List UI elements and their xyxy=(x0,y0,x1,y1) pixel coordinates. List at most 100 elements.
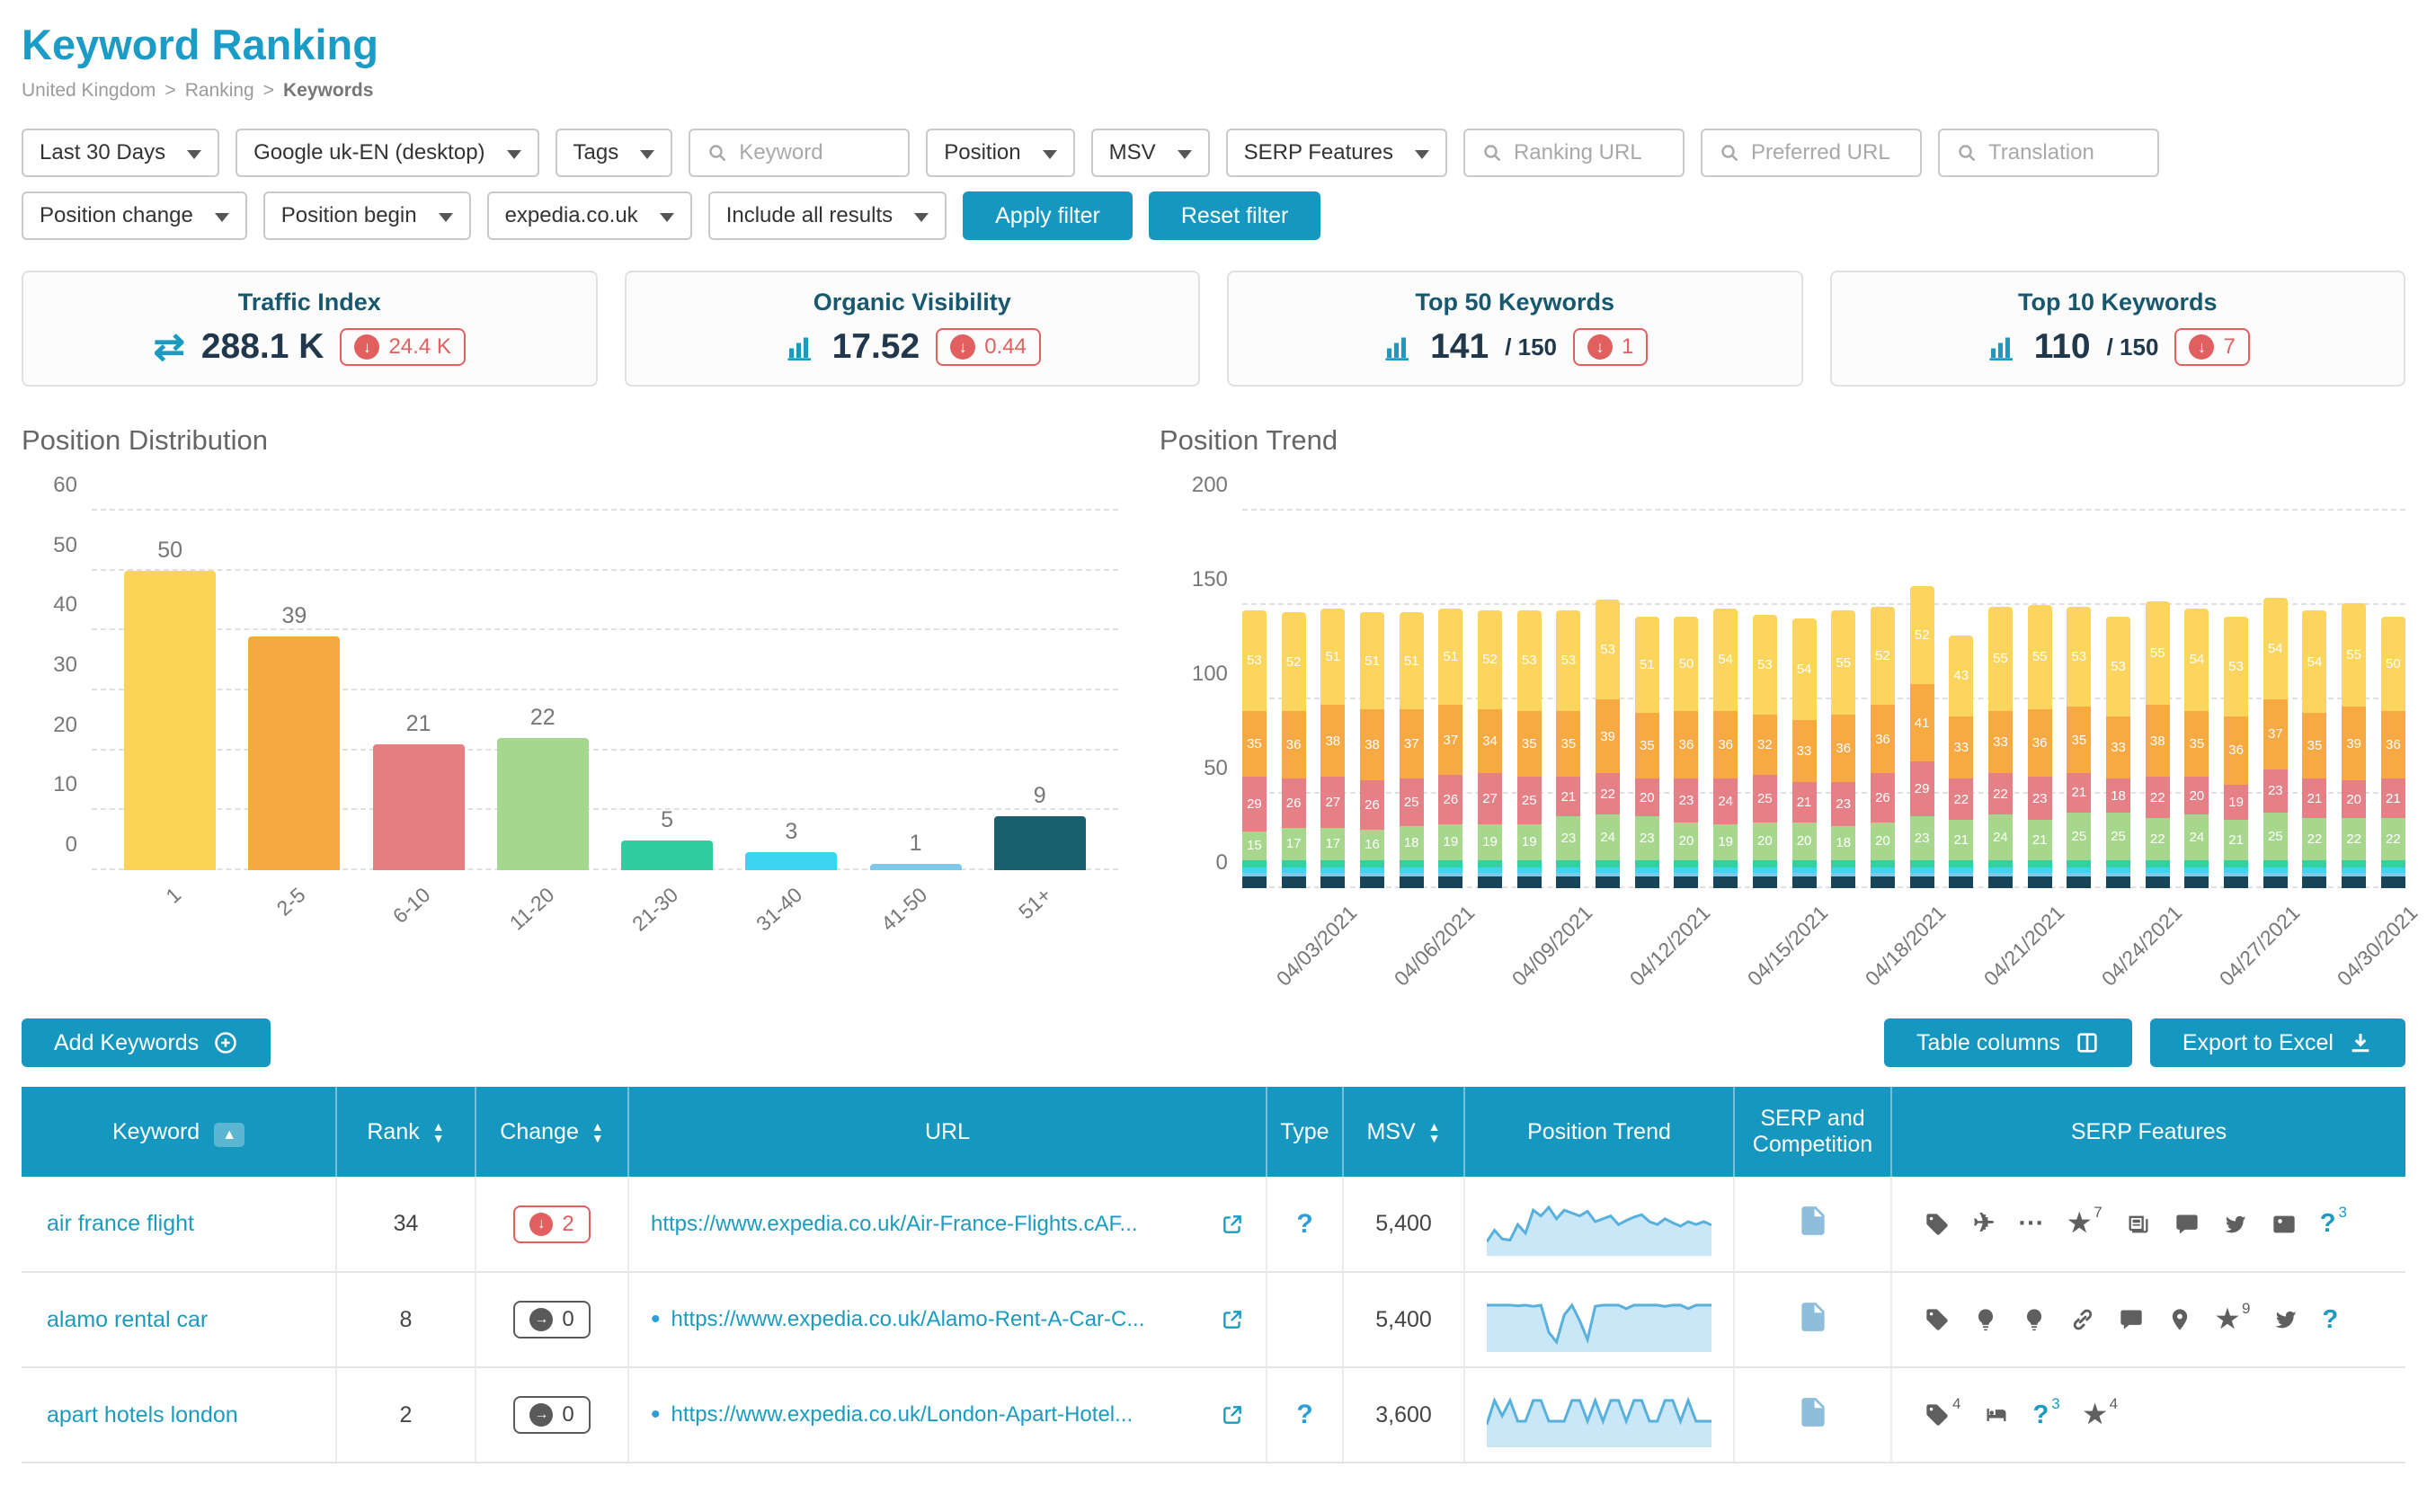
dist-bar-1[interactable]: 50 xyxy=(124,511,217,870)
filter-search-translation[interactable] xyxy=(1937,129,2159,177)
trend-bar-day-21[interactable]: 55 36 23 21 xyxy=(2027,511,2052,888)
trend-bar-day-7[interactable]: 52 34 27 19 xyxy=(1478,511,1503,888)
sort-icon[interactable]: ▲ ▼ xyxy=(1428,1120,1441,1144)
trend-bar-day-18[interactable]: 52 41 29 23 xyxy=(1909,511,1934,888)
trend-bar-day-6[interactable]: 51 37 26 19 xyxy=(1438,511,1463,888)
trend-bar-day-20[interactable]: 55 33 22 24 xyxy=(1987,511,2013,888)
translation-input[interactable] xyxy=(1987,140,2141,165)
column-header-msv[interactable]: MSV ▲ ▼ xyxy=(1343,1087,1465,1177)
trend-bar-day-5[interactable]: 51 37 25 18 xyxy=(1399,511,1424,888)
preferred-url-input[interactable] xyxy=(1750,140,1904,165)
filter-dropdown-last-30-days[interactable]: Last 30 Days xyxy=(22,129,220,177)
sort-asc-icon[interactable]: ▲ xyxy=(214,1122,245,1147)
trend-bar-day-16[interactable]: 55 36 23 18 xyxy=(1831,511,1856,888)
arrow-down-circle-icon: ↓ xyxy=(950,334,976,360)
trend-bar-day-22[interactable]: 53 35 21 25 xyxy=(2067,511,2092,888)
dist-bar-11-20[interactable]: 22 xyxy=(496,511,589,870)
x-tick xyxy=(1478,888,1502,992)
sort-icon[interactable]: ▲ ▼ xyxy=(432,1120,445,1144)
dist-bar-31-40[interactable]: 3 xyxy=(745,511,838,870)
trend-bar-day-12[interactable]: 50 36 23 20 xyxy=(1674,511,1699,888)
column-header-position-trend[interactable]: Position Trend xyxy=(1464,1087,1735,1177)
trend-bar-day-11[interactable]: 51 35 20 23 xyxy=(1634,511,1659,888)
document-icon[interactable] xyxy=(1796,1395,1830,1429)
filter-dropdown-serp-features[interactable]: SERP Features xyxy=(1225,129,1447,177)
filter-search-preferred-url[interactable] xyxy=(1700,129,1922,177)
trend-bar-day-9[interactable]: 53 35 21 23 xyxy=(1556,511,1581,888)
table-columns-button[interactable]: Table columns xyxy=(1884,1018,2132,1067)
document-icon[interactable] xyxy=(1796,1204,1830,1238)
trend-segment-2-5: 35 xyxy=(2302,712,2327,779)
document-icon[interactable] xyxy=(1796,1300,1830,1334)
trend-bar-day-15[interactable]: 54 33 21 20 xyxy=(1791,511,1817,888)
external-link-icon[interactable] xyxy=(1221,1403,1244,1427)
dist-bar-21-30[interactable]: 5 xyxy=(621,511,714,870)
url-link[interactable]: https://www.expedia.co.uk/London-Apart-H… xyxy=(671,1402,1210,1428)
trend-bar-day-14[interactable]: 53 32 25 20 xyxy=(1752,511,1777,888)
filter-dropdown-position[interactable]: Position xyxy=(926,129,1075,177)
trend-bar-day-30[interactable]: 50 36 21 22 xyxy=(2380,511,2405,888)
trend-segment-6-10: 26 xyxy=(1359,780,1384,830)
breadcrumb-item[interactable]: Ranking xyxy=(185,80,254,102)
trend-segment-51 xyxy=(1556,876,1581,888)
filter-dropdown-position-begin[interactable]: Position begin xyxy=(262,191,471,240)
breadcrumb-item[interactable]: United Kingdom xyxy=(22,80,156,102)
trend-bar-day-1[interactable]: 53 35 29 15 xyxy=(1241,511,1267,888)
trend-bar-day-25[interactable]: 54 35 20 24 xyxy=(2184,511,2209,888)
trend-bar-day-4[interactable]: 51 38 26 16 xyxy=(1359,511,1384,888)
trend-bar-day-24[interactable]: 55 38 22 22 xyxy=(2145,511,2170,888)
filter-dropdown-tags[interactable]: Tags xyxy=(555,129,673,177)
add-keywords-button[interactable]: Add Keywords xyxy=(22,1018,271,1067)
filter-search-ranking-url[interactable] xyxy=(1462,129,1685,177)
dist-bar-2-5[interactable]: 39 xyxy=(248,511,341,870)
trend-segment-51 xyxy=(1516,876,1542,888)
trend-bar-day-8[interactable]: 53 35 25 19 xyxy=(1516,511,1542,888)
trend-bar-day-19[interactable]: 43 33 22 21 xyxy=(1949,511,1974,888)
keyword-link[interactable]: apart hotels london xyxy=(47,1402,238,1428)
dist-bar-41-50[interactable]: 1 xyxy=(869,511,962,870)
column-header-keyword[interactable]: Keyword ▲ xyxy=(22,1087,337,1177)
trend-segment-2-5: 35 xyxy=(1241,710,1267,778)
external-link-icon[interactable] xyxy=(1221,1213,1244,1236)
trend-bar-day-26[interactable]: 53 36 19 21 xyxy=(2224,511,2249,888)
trend-bar-day-28[interactable]: 54 35 21 22 xyxy=(2302,511,2327,888)
keyword-input[interactable] xyxy=(739,140,893,165)
column-header-url[interactable]: URL xyxy=(628,1087,1267,1177)
trend-bar-day-2[interactable]: 52 36 26 17 xyxy=(1281,511,1306,888)
keyword-link[interactable]: air france flight xyxy=(47,1211,194,1236)
filter-dropdown-msv[interactable]: MSV xyxy=(1090,129,1210,177)
filter-dropdown-include-all-results[interactable]: Include all results xyxy=(707,191,947,240)
column-header-serp-and-competition[interactable]: SERP and Competition xyxy=(1734,1087,1892,1177)
trend-bar-day-10[interactable]: 53 39 22 24 xyxy=(1596,511,1621,888)
column-header-change[interactable]: Change ▲ ▼ xyxy=(476,1087,629,1177)
trend-segment-51 xyxy=(1949,876,1974,888)
ranking-url-input[interactable] xyxy=(1513,140,1667,165)
apply-filter-button[interactable]: Apply filter xyxy=(963,191,1133,240)
type-question-icon[interactable]: ? xyxy=(1296,1400,1312,1429)
type-question-icon[interactable]: ? xyxy=(1296,1209,1312,1239)
keyword-link[interactable]: alamo rental car xyxy=(47,1307,208,1332)
filter-search-keyword[interactable] xyxy=(689,129,911,177)
filter-dropdown-expedia-co-uk[interactable]: expedia.co.uk xyxy=(486,191,692,240)
filter-dropdown-google-uk-en-desktop[interactable]: Google uk-EN (desktop) xyxy=(236,129,539,177)
trend-bar-day-13[interactable]: 54 36 24 19 xyxy=(1713,511,1738,888)
filter-dropdown-position-change[interactable]: Position change xyxy=(22,191,247,240)
url-link[interactable]: https://www.expedia.co.uk/Air-France-Fli… xyxy=(651,1212,1210,1237)
trend-bar-day-27[interactable]: 54 37 23 25 xyxy=(2263,511,2288,888)
dist-bar-6-10[interactable]: 21 xyxy=(372,511,465,870)
reset-filter-button[interactable]: Reset filter xyxy=(1148,191,1321,240)
external-link-icon[interactable] xyxy=(1221,1308,1244,1331)
column-header-rank[interactable]: Rank ▲ ▼ xyxy=(336,1087,476,1177)
export-excel-button[interactable]: Export to Excel xyxy=(2149,1018,2405,1067)
sort-icon[interactable]: ▲ ▼ xyxy=(591,1120,604,1144)
trend-bar-day-17[interactable]: 52 36 26 20 xyxy=(1870,511,1895,888)
trend-bar-day-29[interactable]: 55 39 20 22 xyxy=(2342,511,2367,888)
x-tick: 51+ xyxy=(1013,883,1056,924)
column-header-type[interactable]: Type xyxy=(1267,1087,1344,1177)
dist-bar-51+[interactable]: 9 xyxy=(993,511,1086,870)
trend-bar-day-23[interactable]: 53 33 18 25 xyxy=(2106,511,2131,888)
trend-bar-day-3[interactable]: 51 38 27 17 xyxy=(1320,511,1346,888)
kpi-title: Organic Visibility xyxy=(813,289,1011,316)
url-link[interactable]: https://www.expedia.co.uk/Alamo-Rent-A-C… xyxy=(671,1307,1210,1332)
column-header-serp-features[interactable]: SERP Features xyxy=(1891,1087,2405,1177)
